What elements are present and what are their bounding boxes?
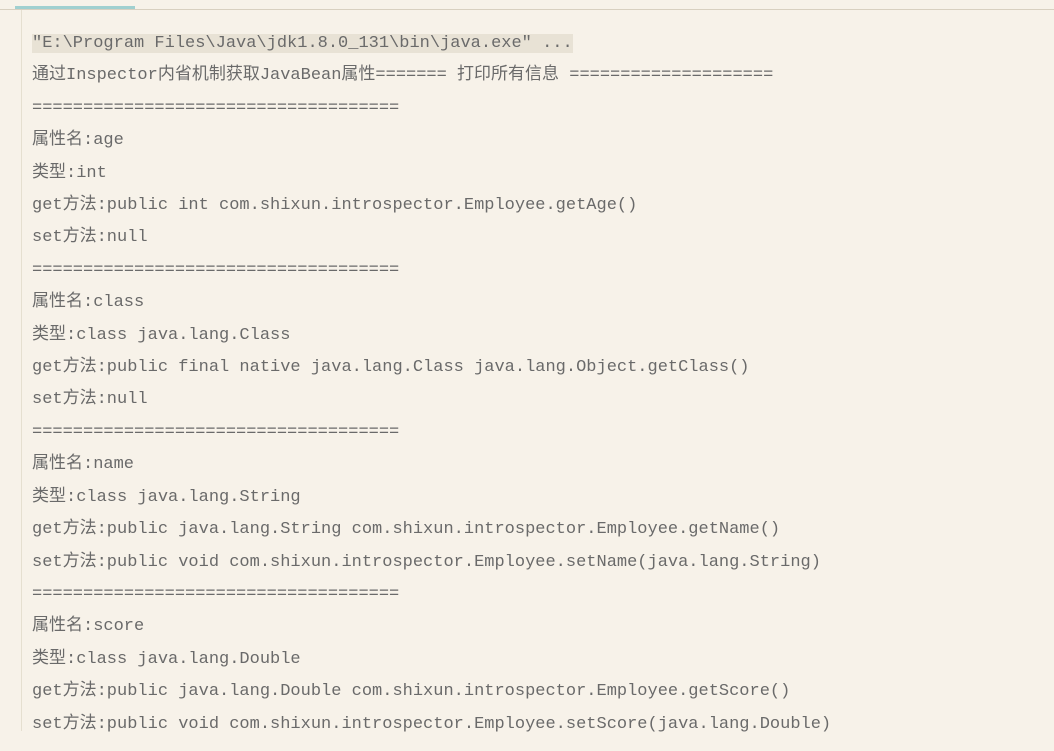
console-line: ==================================== [32,261,399,280]
command-line: "E:\Program Files\Java\jdk1.8.0_131\bin\… [32,34,573,53]
tab-bar [0,0,1054,10]
console-line: get方法:public final native java.lang.Clas… [32,358,750,377]
console-line: 类型:class java.lang.String [32,488,301,507]
console-line: 类型:class java.lang.Double [32,650,301,669]
console-line: get方法:public int com.shixun.introspector… [32,196,637,215]
active-tab-indicator[interactable] [15,6,135,9]
console-line: 类型:int [32,164,107,183]
console-line: set方法:null [32,390,148,409]
console-line: 通过Inspector内省机制获取JavaBean属性======= 打印所有信… [32,66,773,85]
console-line: ==================================== [32,585,399,604]
console-line: get方法:public java.lang.Double com.shixun… [32,682,790,701]
console-line: ==================================== [32,423,399,442]
console-line: 类型:class java.lang.Class [32,326,290,345]
console-line: get方法:public java.lang.String com.shixun… [32,520,780,539]
console-line: set方法:public void com.shixun.introspecto… [32,553,821,572]
console-line: ==================================== [32,99,399,118]
console-output[interactable]: "E:\Program Files\Java\jdk1.8.0_131\bin\… [0,10,1054,751]
console-line: 属性名:age [32,131,124,150]
console-line: 属性名:class [32,293,144,312]
gutter [0,10,22,731]
console-line: 属性名:score [32,617,144,636]
console-line: 属性名:name [32,455,134,474]
console-line: set方法:null [32,228,148,247]
